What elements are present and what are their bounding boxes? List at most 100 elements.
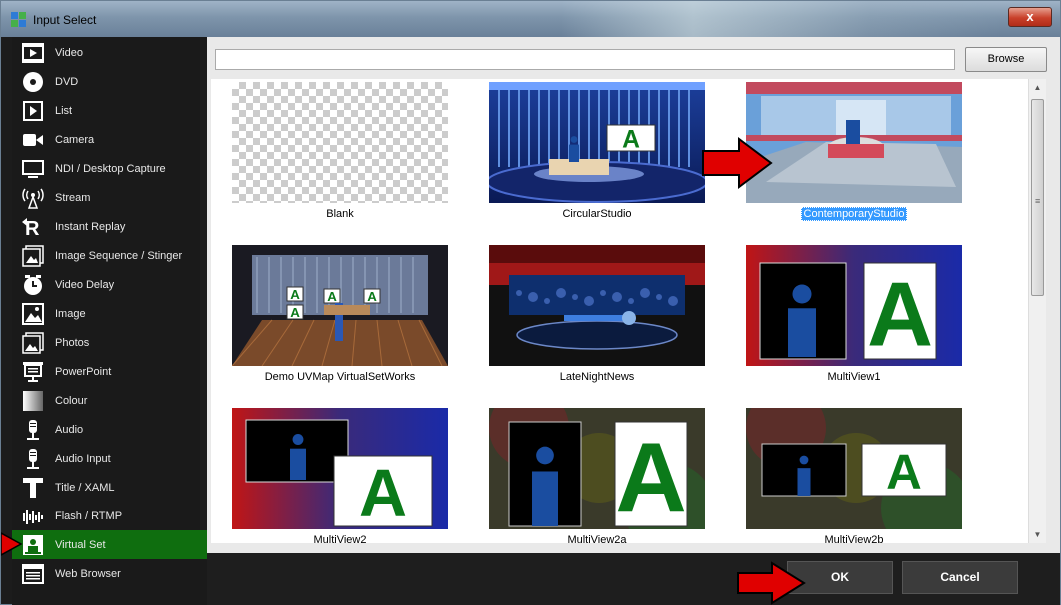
sidebar-item-label: Colour: [55, 394, 88, 407]
preset-label: Demo UVMap VirtualSetWorks: [232, 370, 448, 384]
sidebar-item-label: Instant Replay: [55, 220, 126, 233]
scroll-down-icon[interactable]: ▼: [1029, 526, 1046, 543]
preset-label: MultiView2: [232, 533, 448, 543]
app-icon: [11, 12, 27, 28]
sidebar-item-virtual-set[interactable]: Virtual Set: [12, 530, 207, 559]
annotation-arrow-thumbnail-icon: [702, 137, 773, 189]
microphone-icon: [22, 448, 44, 470]
preset-label-text: CircularStudio: [562, 208, 632, 220]
sidebar-item-label: List: [55, 104, 73, 117]
path-input[interactable]: [215, 49, 955, 70]
input-select-window: Input Select x Video DVD List Camera NDI / D…: [0, 0, 1061, 605]
dvd-icon: [22, 71, 44, 93]
preset-label-text: ContemporaryStudio: [800, 207, 908, 221]
sidebar-item-powerpoint[interactable]: PowerPoint: [12, 357, 207, 386]
microphone-icon: [22, 419, 44, 441]
preset-tile-multiview1[interactable]: A MultiView1: [746, 245, 962, 384]
sidebar-item-title-xaml[interactable]: Title / XAML: [12, 473, 207, 502]
clock-icon: [22, 274, 44, 296]
stream-icon: [22, 187, 44, 209]
preset-thumbnail[interactable]: [746, 82, 962, 203]
sidebar-item-stream[interactable]: Stream: [12, 183, 207, 212]
sidebar-item-label: Audio: [55, 423, 84, 436]
preset-label-text: MultiView2: [313, 534, 367, 543]
preset-tile-demo-uvmap-virtualsetworks[interactable]: A A A A Demo UVMap VirtualSetWorks: [232, 245, 448, 384]
preset-thumbnail[interactable]: A: [746, 245, 962, 366]
sidebar-item-instant-replay[interactable]: R Instant Replay: [12, 212, 207, 241]
sidebar-item-web-browser[interactable]: Web Browser: [12, 559, 207, 588]
sidebar-item-dvd[interactable]: DVD: [12, 67, 207, 96]
preset-label-text: MultiView2b: [824, 534, 884, 543]
sidebar-item-list[interactable]: List: [12, 96, 207, 125]
preset-thumbnail[interactable]: A: [489, 82, 705, 203]
preset-grid: Blank A CircularStudio ContemporaryStudio A A…: [211, 79, 1046, 543]
preset-label: MultiView1: [746, 370, 962, 384]
sidebar-item-video[interactable]: Video: [12, 38, 207, 67]
presentation-icon: [22, 361, 44, 383]
waveform-icon: [22, 505, 44, 527]
sidebar-item-audio-input[interactable]: Audio Input: [12, 444, 207, 473]
annotation-arrow-sidebar-icon: [1, 532, 23, 556]
preset-tile-contemporarystudio[interactable]: ContemporaryStudio: [746, 82, 962, 221]
sidebar-item-label: DVD: [55, 75, 79, 88]
sidebar-item-label: Camera: [55, 133, 95, 146]
video-icon: [22, 42, 44, 64]
sidebar-item-image[interactable]: Image: [12, 299, 207, 328]
sidebar-item-flash-rtmp[interactable]: Flash / RTMP: [12, 501, 207, 530]
preset-tile-multiview2a[interactable]: A MultiView2a: [489, 408, 705, 543]
sidebar-item-colour[interactable]: Colour: [12, 386, 207, 415]
sidebar-item-ndi-desktop-capture[interactable]: NDI / Desktop Capture: [12, 154, 207, 183]
preset-tile-multiview2b[interactable]: A MultiView2b: [746, 408, 962, 543]
preset-thumbnail[interactable]: A: [232, 408, 448, 529]
list-icon: [22, 100, 44, 122]
preset-tile-blank[interactable]: Blank: [232, 82, 448, 221]
preset-tile-multiview2[interactable]: A MultiView2: [232, 408, 448, 543]
sidebar-item-photos[interactable]: Photos: [12, 328, 207, 357]
browse-button[interactable]: Browse: [965, 47, 1047, 72]
sidebar-item-label: Image: [55, 307, 86, 320]
sidebar-item-label: Video: [55, 46, 83, 59]
preset-thumbnail[interactable]: A: [489, 408, 705, 529]
svg-text:A: A: [615, 422, 686, 529]
preset-thumbnail[interactable]: [489, 245, 705, 366]
preset-thumbnail[interactable]: A: [746, 408, 962, 529]
preset-tile-circularstudio[interactable]: A CircularStudio: [489, 82, 705, 221]
sidebar-item-audio[interactable]: Audio: [12, 415, 207, 444]
preset-label: MultiView2a: [489, 533, 705, 543]
svg-text:R: R: [25, 218, 40, 238]
scrollbar-thumb[interactable]: ≡: [1031, 99, 1044, 296]
preset-label-text: LateNightNews: [559, 371, 635, 383]
image-icon: [22, 302, 44, 325]
svg-text:A: A: [359, 457, 407, 529]
colour-icon: [22, 390, 44, 412]
cancel-button[interactable]: Cancel: [902, 561, 1018, 594]
preset-thumbnail[interactable]: [232, 82, 448, 203]
preset-label: ContemporaryStudio: [746, 207, 962, 221]
sidebar-item-image-sequence-stinger[interactable]: Image Sequence / Stinger: [12, 241, 207, 270]
annotation-arrow-ok-icon: [737, 561, 806, 605]
preset-label: Blank: [232, 207, 448, 221]
scroll-up-icon[interactable]: ▲: [1029, 79, 1046, 96]
close-button[interactable]: x: [1008, 7, 1052, 27]
sidebar-item-video-delay[interactable]: Video Delay: [12, 270, 207, 299]
preset-browser: Browse Blank A CircularStudio ContemporaryS…: [207, 37, 1060, 553]
sidebar-item-camera[interactable]: Camera: [12, 125, 207, 154]
image-sequence-icon: [22, 244, 44, 267]
window-title: Input Select: [33, 13, 97, 27]
sidebar-item-label: Photos: [55, 336, 90, 349]
monitor-icon: [22, 158, 44, 180]
svg-text:A: A: [622, 126, 640, 153]
preset-tile-latenightnews[interactable]: LateNightNews: [489, 245, 705, 384]
browser-icon: [22, 563, 44, 585]
preset-label-text: MultiView2a: [567, 534, 627, 543]
preset-label: CircularStudio: [489, 207, 705, 221]
svg-text:A: A: [886, 445, 922, 500]
sidebar-item-label: PowerPoint: [55, 365, 112, 378]
preset-label: LateNightNews: [489, 370, 705, 384]
input-type-sidebar: Video DVD List Camera NDI / Desktop Capture S…: [12, 37, 207, 605]
svg-text:A: A: [290, 305, 300, 320]
sidebar-item-label: Video Delay: [55, 278, 115, 291]
photos-icon: [22, 331, 44, 354]
vertical-scrollbar[interactable]: ▲ ≡ ▼: [1028, 79, 1046, 543]
preset-thumbnail[interactable]: AAAA: [232, 245, 448, 366]
